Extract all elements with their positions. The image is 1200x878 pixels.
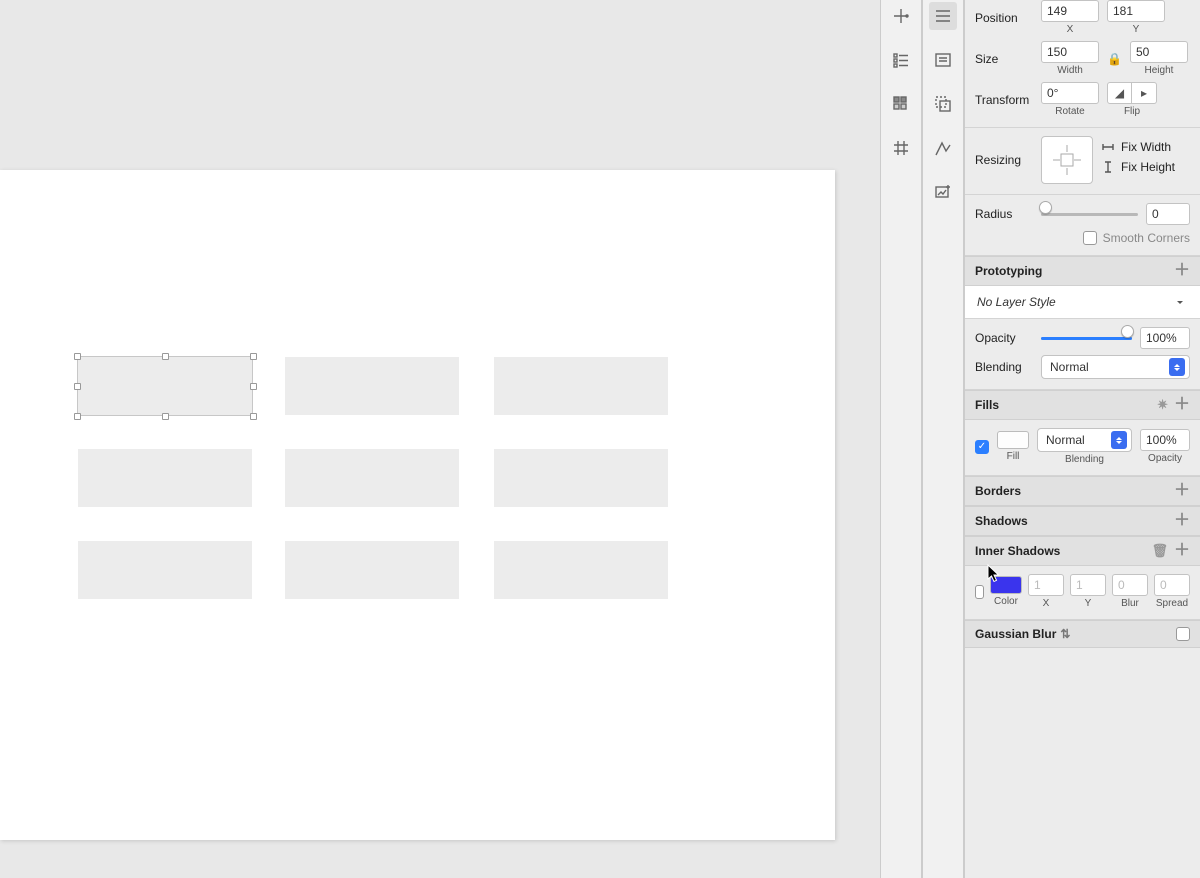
resizing-constraints-widget[interactable] <box>1041 136 1093 184</box>
flip-sub: Flip <box>1124 106 1140 117</box>
chevron-down-icon <box>1172 293 1188 311</box>
inner-shadow-enabled-checkbox[interactable] <box>975 585 984 599</box>
size-height-input[interactable] <box>1130 41 1188 63</box>
radius-section: Radius Smooth Corners <box>965 195 1200 256</box>
canvas-rect[interactable] <box>285 449 459 507</box>
add-shadow-icon[interactable]: ＋ <box>1174 513 1190 529</box>
inner-shadow-spread-input[interactable] <box>1154 574 1190 596</box>
opacity-slider[interactable] <box>1041 330 1132 346</box>
text-block-icon[interactable] <box>929 46 957 74</box>
lock-icon[interactable]: 🔒 <box>1107 52 1122 66</box>
canvas-rect[interactable] <box>78 541 252 599</box>
fill-blending-select[interactable]: Normal <box>1037 428 1132 452</box>
blending-select[interactable]: Normal <box>1041 355 1190 379</box>
fill-opacity-sub: Opacity <box>1148 453 1182 464</box>
blending-label: Blending <box>975 360 1033 374</box>
inner-shadows-header[interactable]: Inner Shadows 🗑 ＋ <box>965 536 1200 566</box>
radius-slider[interactable] <box>1041 206 1138 222</box>
fill-enabled-checkbox[interactable] <box>975 440 989 454</box>
borders-header[interactable]: Borders ＋ <box>965 476 1200 506</box>
add-prototyping-icon[interactable]: ＋ <box>1174 263 1190 279</box>
gaussian-enabled-checkbox[interactable] <box>1176 627 1190 641</box>
image-add-icon[interactable] <box>929 178 957 206</box>
appearance-section: Opacity Blending Normal <box>965 319 1200 390</box>
trash-icon[interactable]: 🗑 <box>1151 543 1168 559</box>
opacity-input[interactable] <box>1140 327 1190 349</box>
resizing-label: Resizing <box>975 153 1033 167</box>
position-y-input[interactable] <box>1107 0 1165 22</box>
list-icon[interactable] <box>887 46 915 74</box>
distribute-icon[interactable] <box>887 2 915 30</box>
fills-header[interactable]: Fills ✷ ＋ <box>965 390 1200 420</box>
constraints-icon <box>1049 143 1085 177</box>
rotate-sub: Rotate <box>1055 106 1084 117</box>
gaussian-blur-header[interactable]: Gaussian Blur ⇅ <box>965 620 1200 648</box>
inner-shadow-row: Color X Y Blur Spread <box>965 566 1200 620</box>
flip-vertical-icon[interactable]: ▸ <box>1132 83 1156 103</box>
position-x-input[interactable] <box>1041 0 1099 22</box>
inner-shadow-y-input[interactable] <box>1070 574 1106 596</box>
rotate-input[interactable] <box>1041 82 1099 104</box>
canvas-rect[interactable] <box>285 541 459 599</box>
canvas-rect[interactable] <box>78 449 252 507</box>
prototyping-header[interactable]: Prototyping ＋ <box>965 256 1200 286</box>
size-width-sub: Width <box>1057 65 1083 76</box>
position-y-sub: Y <box>1133 24 1140 35</box>
fill-row: Fill Normal Blending Opacity <box>965 420 1200 476</box>
shadows-header[interactable]: Shadows ＋ <box>965 506 1200 536</box>
add-border-icon[interactable]: ＋ <box>1174 483 1190 499</box>
inner-shadow-x-input[interactable] <box>1028 574 1064 596</box>
canvas-rect[interactable] <box>285 357 459 415</box>
grid-small-icon[interactable] <box>887 90 915 118</box>
layer-style-select[interactable]: No Layer Style <box>965 286 1200 318</box>
align-icon[interactable] <box>929 2 957 30</box>
inner-shadow-color-swatch[interactable] <box>990 576 1022 594</box>
fills-gear-icon[interactable]: ✷ <box>1157 397 1168 413</box>
radius-label: Radius <box>975 207 1033 221</box>
fix-height-toggle[interactable]: Fix Height <box>1101 160 1175 174</box>
size-label: Size <box>975 52 1033 66</box>
inspector-tab-strip-b <box>922 0 964 878</box>
canvas-rect[interactable] <box>78 357 252 415</box>
transform-label: Transform <box>975 93 1033 107</box>
grid-large-icon[interactable] <box>887 134 915 162</box>
inspector-panel: Position X Y Size Width 🔒 Height Tran <box>964 0 1200 878</box>
smooth-corners-checkbox[interactable] <box>1083 231 1097 245</box>
position-label: Position <box>975 11 1033 25</box>
add-inner-shadow-icon[interactable]: ＋ <box>1174 543 1190 559</box>
vector-icon[interactable] <box>929 134 957 162</box>
smooth-corners-label: Smooth Corners <box>1103 231 1190 245</box>
inner-shadow-blur-input[interactable] <box>1112 574 1148 596</box>
fix-width-toggle[interactable]: Fix Width <box>1101 140 1175 154</box>
position-x-sub: X <box>1067 24 1074 35</box>
mask-icon[interactable] <box>929 90 957 118</box>
inspector-tab-strip-a <box>880 0 922 878</box>
canvas-rect[interactable] <box>494 541 668 599</box>
size-height-sub: Height <box>1145 65 1174 76</box>
fill-opacity-input[interactable] <box>1140 429 1190 451</box>
geometry-section: Position X Y Size Width 🔒 Height Tran <box>965 0 1200 128</box>
canvas-rect[interactable] <box>494 449 668 507</box>
resizing-section: Resizing Fix Width Fix Height <box>965 128 1200 195</box>
opacity-label: Opacity <box>975 331 1033 345</box>
select-arrows-icon <box>1169 358 1185 376</box>
flip-toggle[interactable]: ◢ ▸ <box>1107 82 1157 104</box>
radius-input[interactable] <box>1146 203 1190 225</box>
canvas[interactable] <box>0 0 880 878</box>
fill-sub: Fill <box>1007 451 1020 462</box>
fill-blending-sub: Blending <box>1065 454 1104 465</box>
flip-horizontal-icon[interactable]: ◢ <box>1108 83 1132 103</box>
fill-color-swatch[interactable] <box>997 431 1029 449</box>
canvas-rect[interactable] <box>494 357 668 415</box>
select-arrows-icon <box>1111 431 1127 449</box>
gaussian-stepper-icon[interactable]: ⇅ <box>1060 627 1070 641</box>
size-width-input[interactable] <box>1041 41 1099 63</box>
add-fill-icon[interactable]: ＋ <box>1174 397 1190 413</box>
